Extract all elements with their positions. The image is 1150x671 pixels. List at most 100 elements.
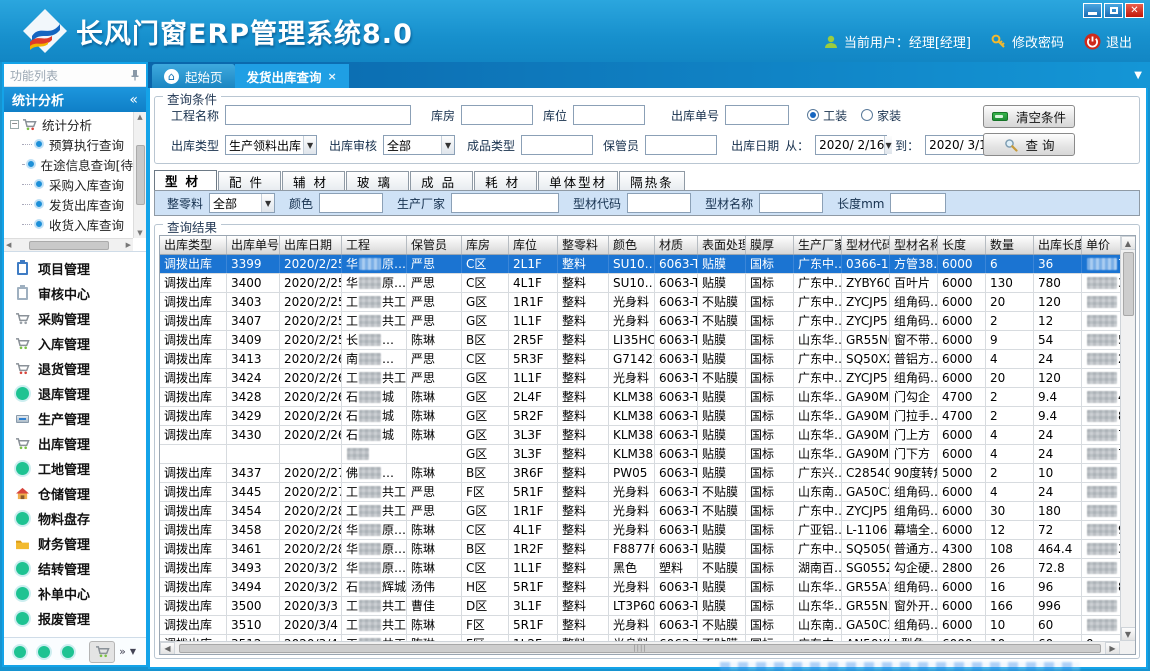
table-row[interactable]: 调拨出库34372020/2/27佛…陈琳B区3R6F整料PW056063-T5…	[160, 464, 1120, 483]
sidebar-item-退库管理[interactable]: 退库管理	[4, 381, 146, 406]
column-header-膜厚[interactable]: 膜厚	[746, 236, 794, 254]
order-no-input[interactable]	[725, 105, 789, 125]
tree-horizontal-scrollbar[interactable]: ◀▶	[4, 238, 133, 251]
table-row[interactable]: 调拨出库34072020/2/25工共工程严思G区1L1F整料光身料6063-T…	[160, 312, 1120, 331]
profile-name-input[interactable]	[759, 193, 823, 213]
sidebar-item-生产管理[interactable]: 生产管理	[4, 406, 146, 431]
tab-overflow-chevron-icon[interactable]: ▼	[1134, 70, 1142, 81]
table-row[interactable]: 调拨出库33992020/2/25华原…严思C区2L1F整料SU10…6063-…	[160, 255, 1120, 274]
material-tab-耗材[interactable]: 耗材	[474, 171, 537, 190]
table-row[interactable]: 调拨出库34542020/2/28工共工程严思G区1R1F整料光身料6063-T…	[160, 502, 1120, 521]
maker-input[interactable]	[451, 193, 559, 213]
product-type-input[interactable]	[521, 135, 593, 155]
tree-expander-icon[interactable]: −	[10, 120, 19, 129]
material-tab-辅材[interactable]: 辅材	[282, 171, 345, 190]
material-tab-配件[interactable]: 配件	[218, 171, 281, 190]
warehouse-input[interactable]	[461, 105, 533, 125]
tree-item[interactable]: 收货入库查询	[10, 214, 133, 234]
tree-item[interactable]: 发货出库查询	[10, 194, 133, 214]
location-input[interactable]	[573, 105, 645, 125]
sidebar-section-header[interactable]: 统计分析 «	[4, 87, 146, 112]
close-tab-icon[interactable]: ×	[328, 70, 337, 83]
column-header-单价[interactable]: 单价	[1082, 236, 1120, 254]
material-tab-单体型材[interactable]: 单体型材	[538, 171, 618, 190]
column-header-库房[interactable]: 库房	[462, 236, 509, 254]
sidebar-item-物料盘存[interactable]: 物料盘存	[4, 506, 146, 531]
overflow-chevrons[interactable]: »	[119, 645, 126, 658]
table-row[interactable]: 调拨出库34002020/2/25华原…严思C区4L1F整料SU10…6063-…	[160, 274, 1120, 293]
column-header-工程[interactable]: 工程	[342, 236, 407, 254]
project-name-input[interactable]	[225, 105, 411, 125]
close-button[interactable]: ✕	[1125, 3, 1144, 18]
tree-item[interactable]: 采购入库查询	[10, 174, 133, 194]
material-tab-隔热条[interactable]: 隔热条	[619, 171, 685, 190]
column-header-型材代码[interactable]: 型材代码	[842, 236, 890, 254]
sidebar-item-财务管理[interactable]: 财务管理	[4, 531, 146, 556]
keeper-input[interactable]	[645, 135, 717, 155]
quick-dot-button[interactable]	[38, 646, 50, 658]
table-row[interactable]: 调拨出库34932020/3/2华原…陈琳C区1L1F整料黑色塑料不贴膜国标湖南…	[160, 559, 1120, 578]
out-type-select[interactable]: 生产领料出库▼	[225, 135, 317, 155]
sidebar-item-项目管理[interactable]: 项目管理	[4, 256, 146, 281]
horizontal-scroll-thumb[interactable]: ||||	[179, 644, 1101, 653]
sidebar-item-仓储管理[interactable]: 仓储管理	[4, 481, 146, 506]
table-row[interactable]: 调拨出库35002020/3/3工共工程曹佳D区3L1F整料LT3P606063…	[160, 597, 1120, 616]
table-row[interactable]: 调拨出库34612020/2/28华原…陈琳B区1R2F整料F8877FT606…	[160, 540, 1120, 559]
table-row[interactable]: 调拨出库34282020/2/26石城陈琳G区2L4F整料KLM38176063…	[160, 388, 1120, 407]
scroll-left-icon[interactable]: ◀	[6, 241, 11, 249]
whole-piece-select[interactable]: 全部▼	[209, 193, 275, 213]
column-header-库位[interactable]: 库位	[509, 236, 558, 254]
search-button[interactable]: 查 询	[983, 133, 1075, 156]
table-row[interactable]: 调拨出库34092020/2/25长…陈琳B区2R5F整料LI35HO6063-…	[160, 331, 1120, 350]
column-header-出库长度[interactable]: 出库长度	[1034, 236, 1082, 254]
date-from-picker[interactable]: 2020/ 2/16▼	[815, 135, 887, 155]
logout-link[interactable]: 退出	[1084, 32, 1132, 51]
table-row[interactable]: 调拨出库34242020/2/26工共工程严思G区1L1F整料光身料6063-T…	[160, 369, 1120, 388]
column-header-整零料[interactable]: 整零料	[558, 236, 609, 254]
scroll-left-icon[interactable]: ◀	[160, 642, 175, 655]
material-tab-玻璃[interactable]: 玻璃	[346, 171, 409, 190]
column-header-出库类型[interactable]: 出库类型	[160, 236, 227, 254]
sidebar-item-入库管理[interactable]: 入库管理	[4, 331, 146, 356]
table-row[interactable]: 调拨出库35102020/3/4工共工程陈琳F区5R1F整料光身料6063-T5…	[160, 616, 1120, 635]
table-row[interactable]: 调拨出库34942020/3/2石辉城汤伟H区5R1F整料光身料6063-T5贴…	[160, 578, 1120, 597]
scroll-up-icon[interactable]: ▲	[137, 113, 142, 121]
sidebar-item-报废管理[interactable]: 报废管理	[4, 606, 146, 631]
tree-item[interactable]: 在途信息查询[待	[10, 154, 133, 174]
vertical-scroll-thumb[interactable]	[1123, 252, 1134, 316]
profile-code-input[interactable]	[627, 193, 691, 213]
sidebar-item-结转管理[interactable]: 结转管理	[4, 556, 146, 581]
maximize-button[interactable]	[1104, 3, 1123, 18]
clear-conditions-button[interactable]: 清空条件	[983, 105, 1075, 128]
table-row[interactable]: 调拨出库34302020/2/26石城陈琳G区3L3F整料KLM38176063…	[160, 426, 1120, 445]
scroll-down-icon[interactable]: ▼	[137, 229, 142, 237]
sidebar-item-退货管理[interactable]: 退货管理	[4, 356, 146, 381]
minimize-button[interactable]	[1083, 3, 1102, 18]
column-header-出库日期[interactable]: 出库日期	[280, 236, 342, 254]
sidebar-item-补单中心[interactable]: 补单中心	[4, 581, 146, 606]
radio-gongzhuang[interactable]: 工装	[807, 107, 847, 124]
tree-root[interactable]: − 统计分析	[10, 114, 133, 134]
sidebar-item-工地管理[interactable]: 工地管理	[4, 456, 146, 481]
table-row[interactable]: 调拨出库34452020/2/27工共工程严思F区5R1F整料光身料6063-T…	[160, 483, 1120, 502]
column-header-生产厂家[interactable]: 生产厂家	[794, 236, 842, 254]
grid-vertical-scrollbar[interactable]: ▲ ▼	[1120, 236, 1135, 641]
material-tab-型材[interactable]: 型材	[154, 170, 217, 190]
color-input[interactable]	[319, 193, 383, 213]
column-header-颜色[interactable]: 颜色	[609, 236, 655, 254]
tab-home[interactable]: ⌂ 起始页	[152, 64, 235, 88]
grid-horizontal-scrollbar[interactable]: ◀ |||| ▶	[160, 641, 1120, 654]
tree-item[interactable]: 预算执行查询	[10, 134, 133, 154]
change-password-link[interactable]: 修改密码	[991, 32, 1064, 51]
tree-vertical-scrollbar[interactable]: ▲▼	[133, 112, 146, 238]
audit-select[interactable]: 全部▼	[383, 135, 455, 155]
column-header-材质[interactable]: 材质	[655, 236, 698, 254]
quick-dot-button[interactable]	[62, 646, 74, 658]
column-header-长度[interactable]: 长度	[938, 236, 986, 254]
material-tab-成品[interactable]: 成品	[410, 171, 473, 190]
column-header-型材名称[interactable]: 型材名称	[890, 236, 938, 254]
radio-jiazhuang[interactable]: 家装	[861, 107, 901, 124]
sidebar-item-出库管理[interactable]: 出库管理	[4, 431, 146, 456]
column-header-保管员[interactable]: 保管员	[407, 236, 462, 254]
column-header-表面处理[interactable]: 表面处理	[698, 236, 746, 254]
